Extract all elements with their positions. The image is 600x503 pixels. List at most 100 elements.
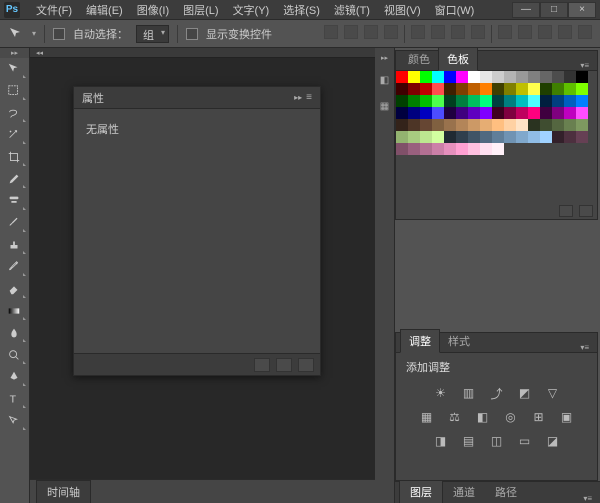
swatch[interactable] [576, 71, 588, 83]
selective-icon[interactable]: ◪ [544, 433, 562, 449]
swatch[interactable] [420, 143, 432, 155]
swatch[interactable] [540, 95, 552, 107]
swatch[interactable] [564, 95, 576, 107]
tab-styles[interactable]: 样式 [440, 330, 478, 352]
swatch[interactable] [576, 119, 588, 131]
swatch[interactable] [504, 71, 516, 83]
swatch[interactable] [576, 95, 588, 107]
auto-select-checkbox[interactable] [53, 28, 65, 40]
swatch[interactable] [432, 131, 444, 143]
bw-icon[interactable]: ◧ [474, 409, 492, 425]
swatch[interactable] [432, 119, 444, 131]
swatch[interactable] [564, 107, 576, 119]
swatch[interactable] [432, 143, 444, 155]
curves-icon[interactable]: ⤴ [488, 385, 506, 401]
properties-header[interactable]: 属性 ▸▸ ≡ [74, 87, 320, 109]
swatch[interactable] [540, 131, 552, 143]
move-tool[interactable] [0, 58, 28, 80]
show-transform-checkbox[interactable] [186, 28, 198, 40]
maximize-button[interactable]: □ [540, 2, 568, 18]
swatch[interactable] [540, 107, 552, 119]
swatch-strip-icon[interactable]: ▦ [377, 98, 393, 114]
swatch[interactable] [492, 83, 504, 95]
swatch[interactable] [444, 143, 456, 155]
swatch[interactable] [408, 143, 420, 155]
menu-type[interactable]: 文字(Y) [227, 0, 276, 20]
swatch[interactable] [492, 95, 504, 107]
swatch[interactable] [456, 131, 468, 143]
swatch[interactable] [396, 131, 408, 143]
tool-preset-arrow-icon[interactable]: ▾ [32, 29, 36, 38]
collapse-icon[interactable]: ▸▸ [294, 93, 302, 102]
crop-tool[interactable] [0, 146, 28, 168]
swatch[interactable] [492, 71, 504, 83]
swatch[interactable] [528, 95, 540, 107]
swatch[interactable] [516, 107, 528, 119]
swatch[interactable] [408, 95, 420, 107]
menu-view[interactable]: 视图(V) [378, 0, 427, 20]
swatch[interactable] [516, 119, 528, 131]
color-strip-icon[interactable]: ◧ [377, 72, 393, 88]
blur-tool[interactable] [0, 322, 28, 344]
menu-window[interactable]: 窗口(W) [429, 0, 481, 20]
distribute-icon[interactable] [538, 25, 552, 39]
swatch[interactable] [564, 131, 576, 143]
tab-channels[interactable]: 通道 [443, 481, 485, 503]
swatch[interactable] [468, 131, 480, 143]
strip-grip-icon[interactable]: ▸▸ [381, 54, 388, 62]
swatch[interactable] [504, 95, 516, 107]
swatch[interactable] [396, 143, 408, 155]
auto-select-dropdown[interactable]: 组 ▾ [136, 25, 169, 43]
swatch[interactable] [444, 107, 456, 119]
swatch[interactable] [468, 83, 480, 95]
swatch[interactable] [456, 107, 468, 119]
align-icon[interactable] [411, 25, 425, 39]
exposure-icon[interactable]: ◩ [516, 385, 534, 401]
swatch[interactable] [576, 107, 588, 119]
menu-filter[interactable]: 滤镜(T) [328, 0, 376, 20]
panel-menu-icon[interactable]: ▾≡ [576, 343, 593, 352]
dodge-tool[interactable] [0, 344, 28, 366]
swatch[interactable] [420, 107, 432, 119]
swatch[interactable] [540, 119, 552, 131]
distribute-icon[interactable] [498, 25, 512, 39]
timeline-tab[interactable]: 时间轴 [36, 480, 91, 503]
swatch[interactable] [564, 71, 576, 83]
swatch[interactable] [552, 131, 564, 143]
swatch[interactable] [456, 119, 468, 131]
menu-edit[interactable]: 编辑(E) [80, 0, 129, 20]
channel-mixer-icon[interactable]: ⊞ [530, 409, 548, 425]
tab-paths[interactable]: 路径 [485, 481, 527, 503]
distribute-icon[interactable] [578, 25, 592, 39]
type-tool[interactable]: T [0, 388, 28, 410]
align-icon[interactable] [324, 25, 338, 39]
swatch[interactable] [468, 95, 480, 107]
swatch[interactable] [552, 95, 564, 107]
swatch[interactable] [396, 83, 408, 95]
swatch[interactable] [528, 119, 540, 131]
swatch[interactable] [420, 95, 432, 107]
swatch[interactable] [432, 71, 444, 83]
panel-menu-icon[interactable]: ≡ [306, 92, 312, 103]
menu-file[interactable]: 文件(F) [30, 0, 78, 20]
menu-select[interactable]: 选择(S) [277, 0, 326, 20]
swatch[interactable] [504, 107, 516, 119]
swatch[interactable] [396, 71, 408, 83]
eraser-tool[interactable] [0, 278, 28, 300]
swatch[interactable] [420, 71, 432, 83]
swatch[interactable] [396, 119, 408, 131]
gradient-map-icon[interactable]: ▭ [516, 433, 534, 449]
swatch[interactable] [540, 71, 552, 83]
gradient-tool[interactable] [0, 300, 28, 322]
photo-filter-icon[interactable]: ◎ [502, 409, 520, 425]
swatch[interactable] [504, 119, 516, 131]
swatch[interactable] [492, 119, 504, 131]
swatch[interactable] [564, 83, 576, 95]
lookup-icon[interactable]: ▣ [558, 409, 576, 425]
swatch[interactable] [480, 107, 492, 119]
tab-color[interactable]: 颜色 [400, 48, 438, 70]
balance-icon[interactable]: ⚖ [446, 409, 464, 425]
lasso-tool[interactable] [0, 102, 28, 124]
swatch[interactable] [456, 143, 468, 155]
swatch[interactable] [576, 83, 588, 95]
